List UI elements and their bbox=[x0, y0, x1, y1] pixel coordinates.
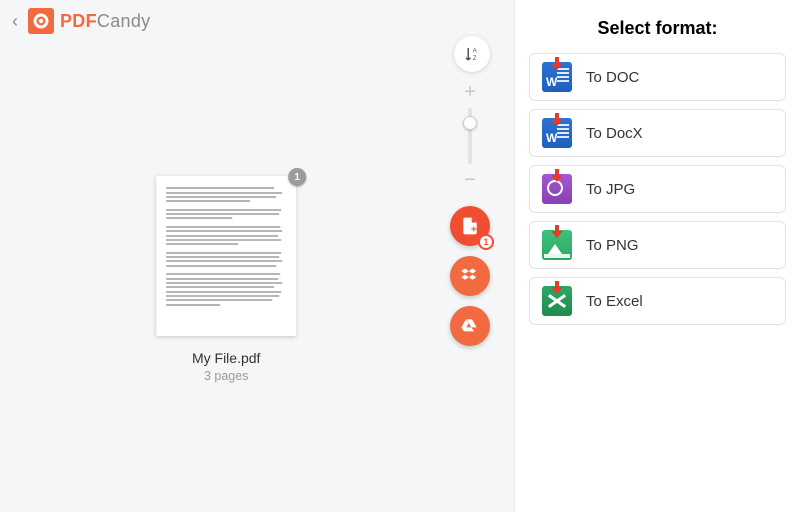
format-label: To DOC bbox=[586, 69, 639, 86]
format-pane-title: Select format: bbox=[529, 18, 786, 39]
docx-icon: W bbox=[542, 118, 572, 148]
svg-text:Z: Z bbox=[473, 56, 477, 62]
doc-icon: W bbox=[542, 62, 572, 92]
brand-text-pdf: PDF bbox=[60, 11, 97, 31]
brand-text-candy: Candy bbox=[97, 11, 151, 31]
format-option-excel[interactable]: To Excel bbox=[529, 277, 786, 325]
google-drive-button[interactable] bbox=[450, 306, 490, 346]
file-thumbnail[interactable]: 1 bbox=[156, 176, 296, 336]
png-icon bbox=[542, 230, 572, 260]
dropbox-button[interactable] bbox=[450, 256, 490, 296]
file-name: My File.pdf bbox=[156, 350, 296, 366]
brand: PDFCandy bbox=[28, 8, 150, 34]
format-pane: Select format: W To DOC W To DocX To JPG bbox=[515, 0, 800, 512]
format-label: To JPG bbox=[586, 181, 635, 198]
page-count-badge: 1 bbox=[288, 168, 306, 186]
zoom-slider-thumb[interactable] bbox=[463, 116, 477, 130]
zoom-out-button[interactable]: − bbox=[464, 170, 476, 190]
brand-logo-icon bbox=[28, 8, 54, 34]
format-option-doc[interactable]: W To DOC bbox=[529, 53, 786, 101]
format-label: To PNG bbox=[586, 237, 639, 254]
zoom-control: + − bbox=[460, 82, 480, 190]
zoom-slider[interactable] bbox=[468, 108, 472, 164]
add-file-badge: 1 bbox=[478, 234, 494, 250]
zoom-in-button[interactable]: + bbox=[464, 82, 476, 102]
svg-text:+: + bbox=[471, 225, 477, 236]
format-option-docx[interactable]: W To DocX bbox=[529, 109, 786, 157]
format-option-png[interactable]: To PNG bbox=[529, 221, 786, 269]
format-option-jpg[interactable]: To JPG bbox=[529, 165, 786, 213]
back-button[interactable]: ‹ bbox=[12, 11, 18, 32]
sort-az-button[interactable]: AZ bbox=[454, 36, 490, 72]
format-label: To DocX bbox=[586, 125, 643, 142]
svg-text:A: A bbox=[473, 49, 477, 55]
file-meta: 3 pages bbox=[156, 369, 296, 383]
workspace-pane: ‹ PDFCandy AZ + − + bbox=[0, 0, 515, 512]
add-file-button[interactable]: + 1 bbox=[450, 206, 490, 246]
format-label: To Excel bbox=[586, 293, 643, 310]
jpg-icon bbox=[542, 174, 572, 204]
excel-icon bbox=[542, 286, 572, 316]
